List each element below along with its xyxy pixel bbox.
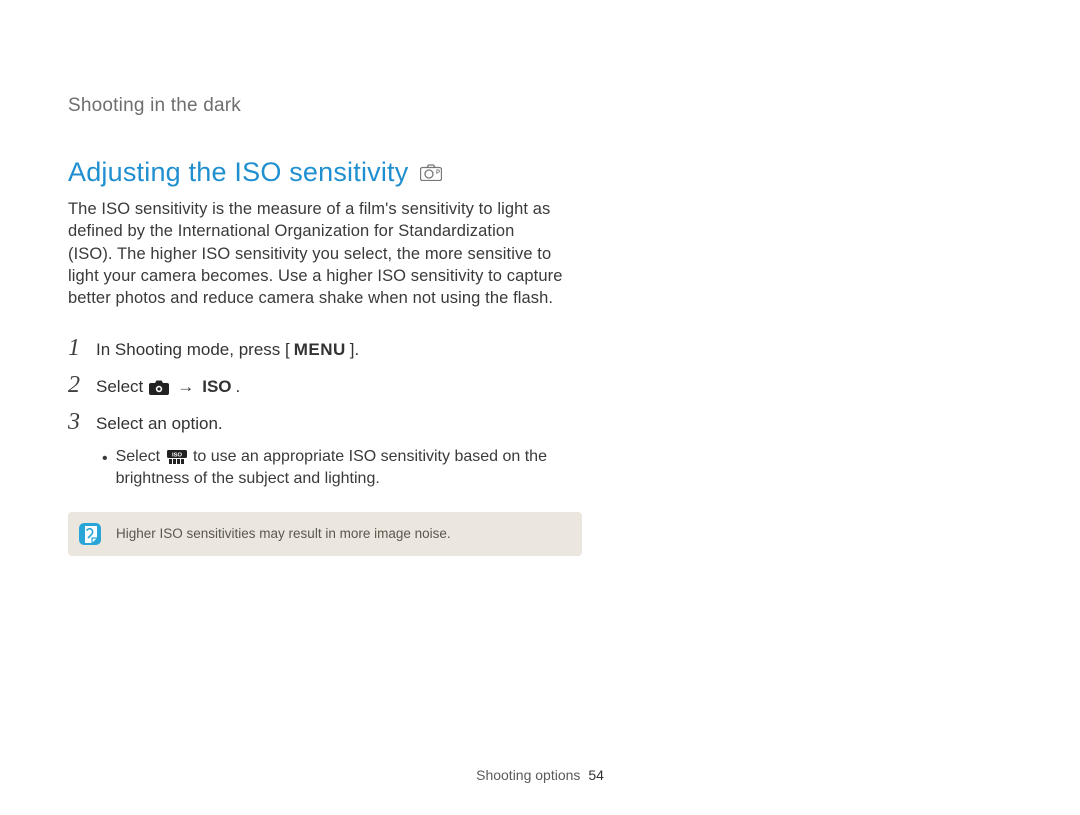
footer-page-number: 54 (584, 767, 604, 783)
camera-icon (149, 380, 169, 395)
body-paragraph: The ISO sensitivity is the measure of a … (68, 198, 563, 309)
note-box: Higher ISO sensitivities may result in m… (68, 512, 582, 556)
manual-page: Shooting in the dark Adjusting the ISO s… (0, 0, 1080, 815)
steps-list: 1 In Shooting mode, press [MENU]. 2 Sele… (68, 335, 568, 489)
step-number: 1 (68, 335, 82, 362)
svg-text:P: P (436, 170, 440, 176)
step-3: 3 Select an option. (68, 409, 568, 436)
step-text: Select → ISO. (96, 377, 240, 397)
page-footer: Shooting options 54 (0, 767, 1080, 783)
breadcrumb: Shooting in the dark (68, 95, 1015, 117)
step-number: 2 (68, 372, 82, 399)
step-number: 3 (68, 409, 82, 436)
note-text: Higher ISO sensitivities may result in m… (116, 526, 451, 541)
svg-text:ISO: ISO (172, 452, 182, 458)
iso-label: ISO (202, 377, 231, 397)
menu-icon: MENU (294, 340, 346, 360)
bullet-icon: • (102, 446, 108, 489)
footer-section: Shooting options (476, 767, 580, 783)
arrow-right-icon: → (175, 377, 198, 397)
iso-auto-icon: ISO (167, 450, 187, 465)
step-text: Select an option. (96, 414, 223, 434)
section-heading-text: Adjusting the ISO sensitivity (68, 157, 408, 188)
note-icon (78, 522, 102, 546)
step-3-sub-bullet: • Select ISO to use an appropriate ISO s… (102, 446, 562, 489)
section-heading: Adjusting the ISO sensitivity P (68, 157, 1015, 188)
camera-p-mode-icon: P (420, 164, 442, 181)
step-1: 1 In Shooting mode, press [MENU]. (68, 335, 568, 362)
step-text: In Shooting mode, press [MENU]. (96, 340, 359, 360)
sub-bullet-text: Select ISO to use an appropriate ISO sen… (116, 446, 562, 489)
step-2: 2 Select → ISO. (68, 372, 568, 399)
